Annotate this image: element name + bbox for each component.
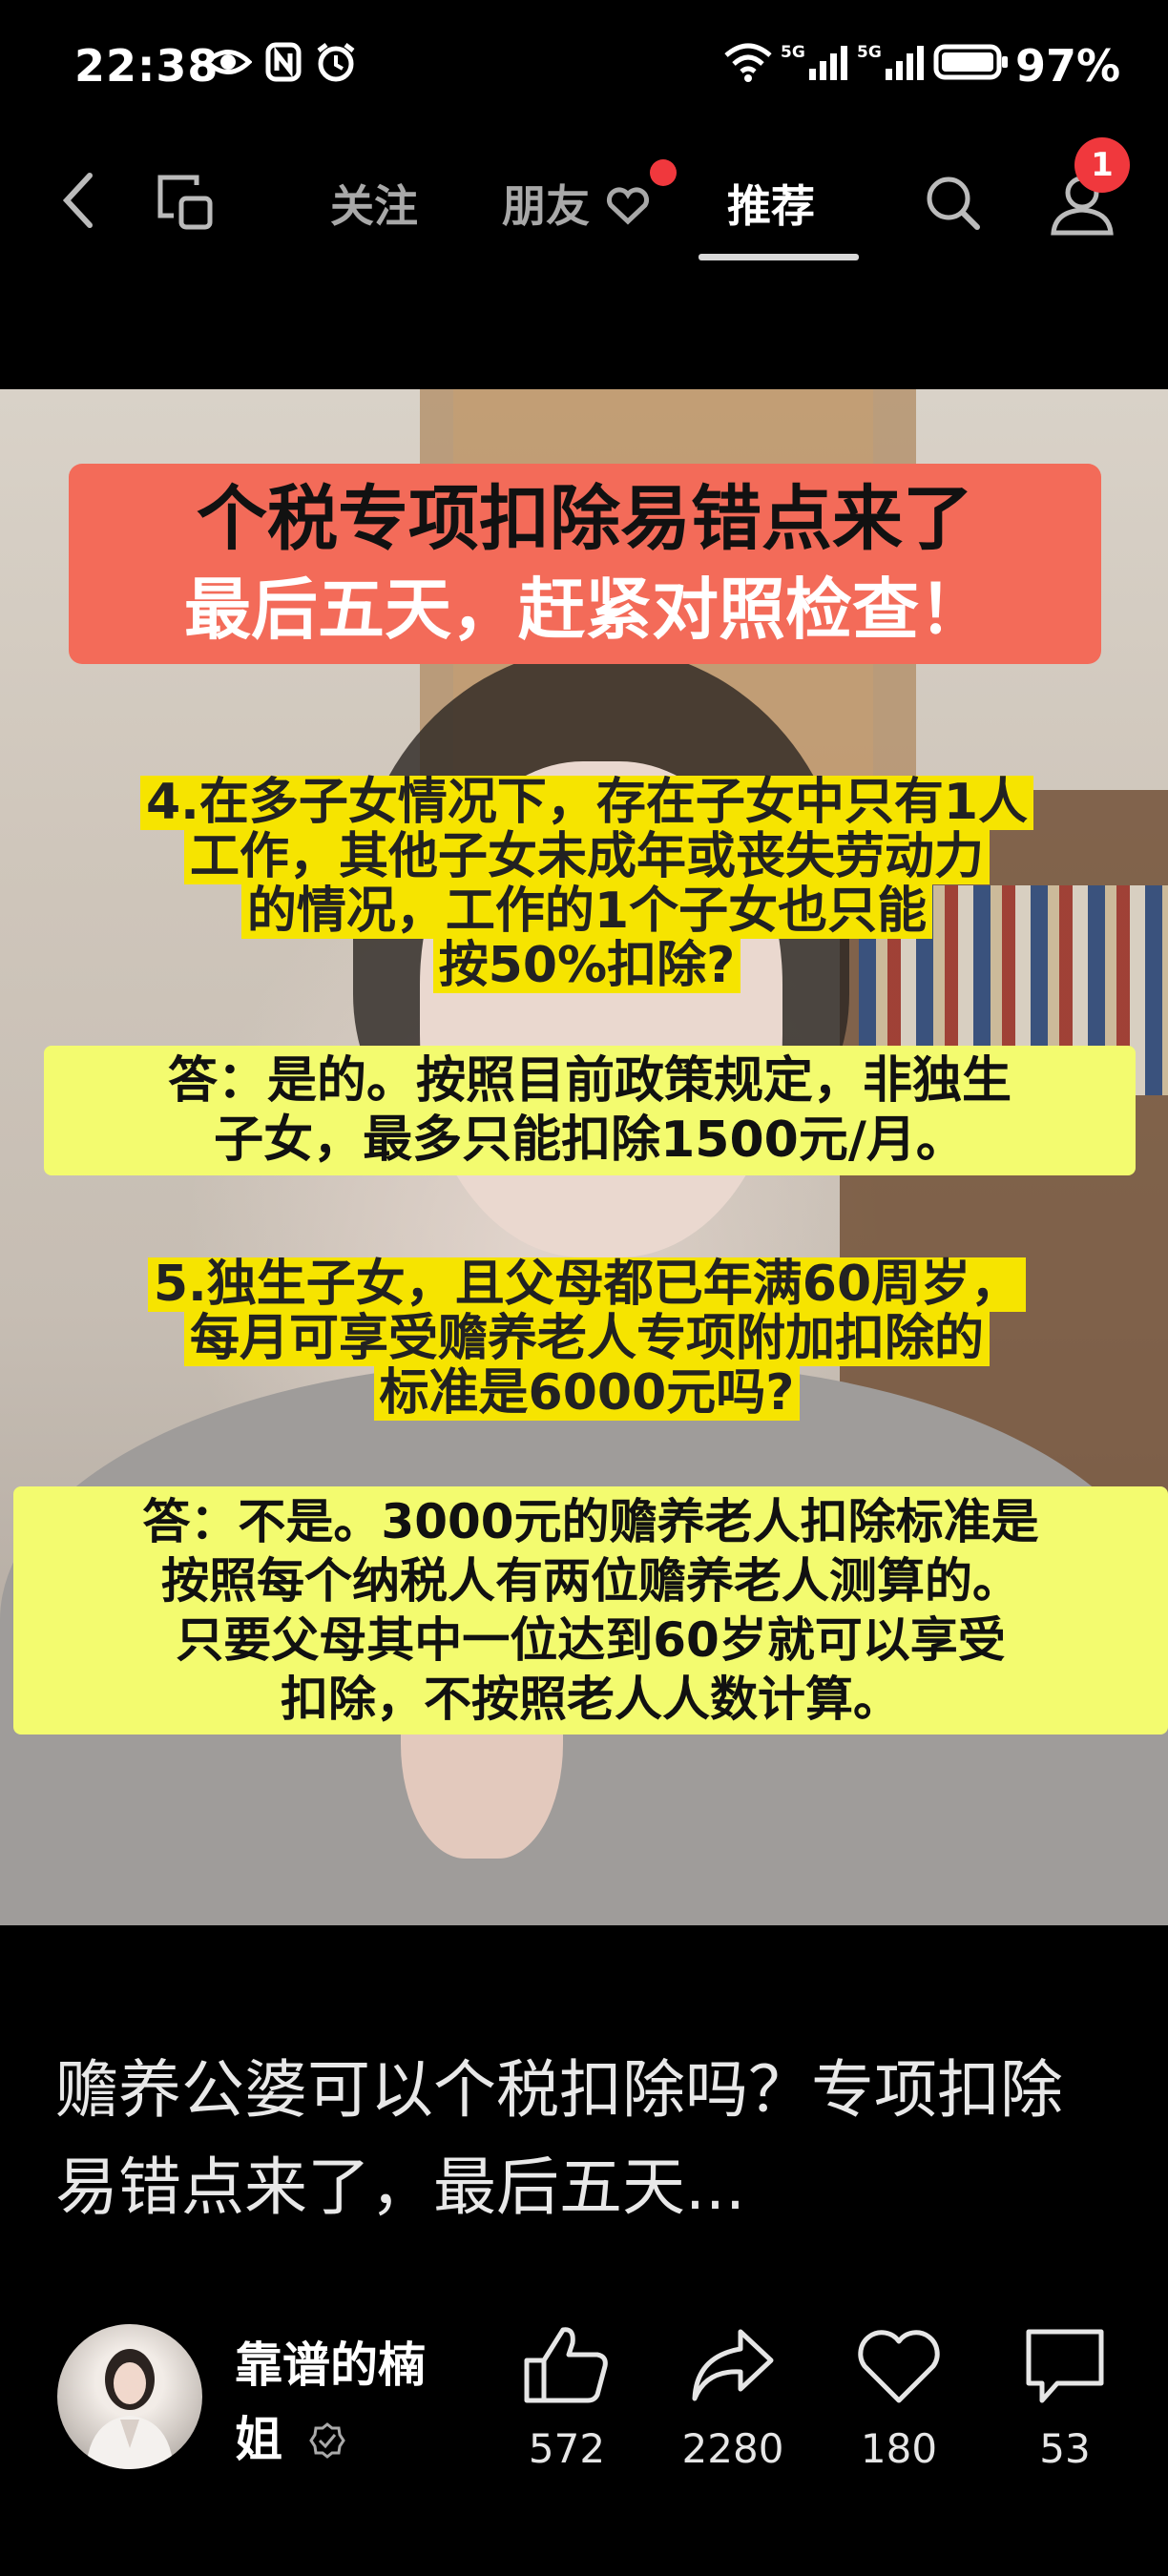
signal-5g-icon: 5G [781, 43, 847, 80]
svg-text:5G: 5G [857, 43, 882, 62]
favorite-count: 180 [860, 2425, 938, 2472]
heart-outline-icon [606, 187, 650, 225]
tab-follow[interactable]: 关注 [330, 172, 418, 235]
question-4: 4.在多子女情况下，存在子女中只有1人 工作，其他子女未成年或丧失劳动力 的情况… [38, 776, 1136, 993]
question-4-line: 工作，其他子女未成年或丧失劳动力 [183, 830, 990, 884]
nfc-icon [265, 42, 302, 82]
like-icon [524, 2327, 608, 2403]
avatar-portrait [86, 2349, 174, 2469]
author-name[interactable]: 靠谱的楠 姐 [235, 2328, 454, 2477]
eye-icon [204, 50, 252, 74]
author-name-line1: 靠谱的楠 [235, 2337, 426, 2393]
back-icon[interactable] [59, 170, 97, 231]
question-4-line: 4.在多子女情况下，存在子女中只有1人 [139, 776, 1034, 830]
like-button[interactable]: 572 [510, 2324, 624, 2472]
banner-title: 个税专项扣除易错点来了 [197, 478, 973, 560]
tab-friends[interactable]: 朋友 [502, 172, 651, 235]
answer-4: 答：是的。按照目前政策规定，非独生 子女，最多只能扣除1500元/月。 [44, 1046, 1136, 1175]
answer-5-line: 答：不是。3000元的赡养老人扣除标准是 [142, 1494, 1039, 1549]
comment-button[interactable]: 53 [1008, 2324, 1122, 2472]
video-player[interactable]: 个税专项扣除易错点来了 最后五天，赶紧对照检查！ 4.在多子女情况下，存在子女中… [0, 389, 1168, 1925]
author-name-line2-text: 姐 [235, 2412, 282, 2467]
search-icon[interactable] [922, 172, 983, 233]
answer-4-line: 子女，最多只能扣除1500元/月。 [214, 1111, 966, 1169]
alarm-icon [317, 43, 355, 82]
share-button[interactable]: 2280 [676, 2324, 790, 2472]
comment-icon [1026, 2329, 1104, 2403]
question-4-line: 按50%扣除? [432, 939, 741, 993]
comment-count: 53 [1039, 2425, 1091, 2472]
answer-4-line: 答：是的。按照目前政策规定，非独生 [167, 1052, 1012, 1110]
question-4-line: 的情况，工作的1个子女也只能 [240, 884, 933, 939]
wifi-icon [724, 43, 772, 82]
favorite-button[interactable]: 180 [842, 2324, 956, 2472]
status-bar: 22:38 5G 5G 97% [0, 0, 1168, 134]
tab-recommend[interactable]: 推荐 [727, 172, 815, 235]
verified-badge-icon [309, 2422, 346, 2459]
answer-5-line: 扣除，不按照老人人数计算。 [281, 1672, 901, 1727]
notification-badge: 1 [1074, 137, 1130, 193]
banner-subtitle: 最后五天，赶紧对照检查！ [184, 571, 986, 649]
friends-new-dot [650, 159, 677, 186]
heart-icon [858, 2330, 940, 2403]
video-title-banner: 个税专项扣除易错点来了 最后五天，赶紧对照检查！ [69, 464, 1101, 664]
question-5: 5.独生子女，且父母都已年满60周岁， 每月可享受赡养老人专项附加扣除的 标准是… [38, 1257, 1136, 1421]
share-count: 2280 [681, 2425, 784, 2472]
svg-text:5G: 5G [781, 43, 805, 62]
status-time: 22:38 [74, 40, 219, 92]
answer-5: 答：不是。3000元的赡养老人扣除标准是 按照每个纳税人有两位赡养老人测算的。 … [13, 1486, 1168, 1735]
question-5-line: 5.独生子女，且父母都已年满60周岁， [147, 1257, 1027, 1312]
battery-percent: 97% [1015, 40, 1121, 92]
like-count: 572 [528, 2425, 606, 2472]
battery-icon [933, 44, 1008, 80]
answer-5-line: 只要父母其中一位达到60岁就可以享受 [176, 1612, 1006, 1668]
signal-5g-icon: 5G [857, 43, 924, 80]
answer-5-line: 按照每个纳税人有两位赡养老人测算的。 [161, 1553, 1020, 1609]
multi-window-icon[interactable] [155, 172, 216, 233]
author-name-line2: 姐 [235, 2402, 454, 2477]
top-navigation: 关注 朋友 推荐 [0, 143, 1168, 267]
share-icon [692, 2329, 774, 2401]
question-5-line: 标准是6000元吗? [373, 1366, 801, 1421]
active-tab-indicator [699, 254, 859, 260]
author-avatar[interactable] [57, 2324, 202, 2469]
tab-friends-label: 朋友 [502, 180, 590, 232]
question-5-line: 每月可享受赡养老人专项附加扣除的 [183, 1312, 990, 1366]
video-caption[interactable]: 赡养公婆可以个税扣除吗？专项扣除易错点来了，最后五天... [55, 2042, 1124, 2236]
